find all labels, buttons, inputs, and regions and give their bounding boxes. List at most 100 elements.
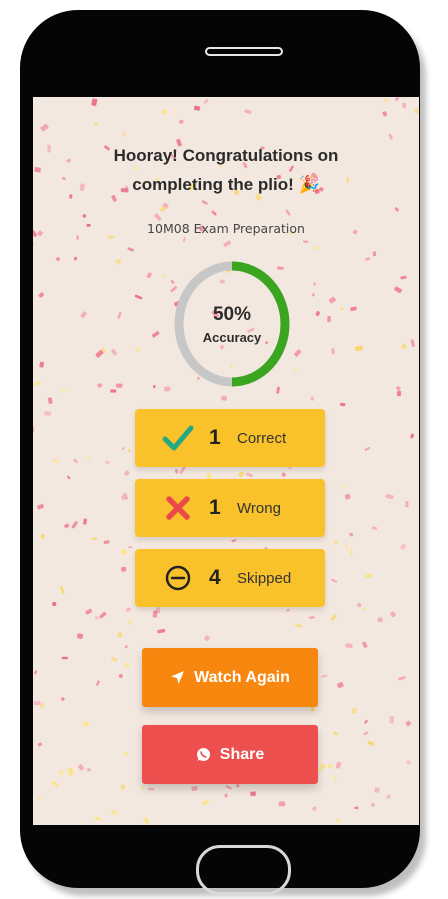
confetti-piece — [34, 670, 38, 675]
confetti-piece — [103, 540, 110, 544]
confetti-piece — [246, 472, 253, 478]
confetti-piece — [333, 731, 339, 736]
confetti-piece — [94, 122, 98, 126]
confetti-piece — [231, 539, 237, 543]
confetti-piece — [293, 368, 298, 372]
skipped-count: 4 — [209, 566, 221, 589]
confetti-piece — [164, 386, 171, 392]
confetti-piece — [313, 246, 319, 250]
confetti-piece — [128, 546, 132, 549]
confetti-piece — [68, 767, 74, 776]
confetti-piece — [396, 386, 401, 391]
confetti-piece — [327, 763, 333, 769]
confetti-piece — [390, 611, 396, 618]
confetti-piece — [401, 343, 407, 349]
title-line-1: Hooray! Congratulations on — [113, 146, 339, 165]
confetti-piece — [117, 311, 122, 319]
confetti-piece — [405, 501, 409, 508]
confetti-piece — [385, 493, 394, 500]
confetti-piece — [345, 544, 348, 550]
confetti-piece — [327, 316, 331, 323]
confetti-piece — [388, 133, 393, 140]
confetti-piece — [179, 119, 184, 124]
confetti-piece — [51, 459, 59, 463]
confetti-piece — [362, 641, 368, 648]
confetti-piece — [364, 719, 368, 724]
confetti-piece — [116, 383, 123, 388]
confetti-piece — [58, 770, 64, 776]
confetti-piece — [61, 656, 68, 660]
confetti-piece — [182, 237, 186, 243]
confetti-piece — [278, 801, 286, 807]
confetti-piece — [148, 787, 155, 791]
confetti-piece — [77, 633, 84, 639]
confetti-piece — [362, 607, 366, 610]
confetti-piece — [371, 526, 377, 530]
watch-again-button[interactable]: Watch Again — [142, 648, 318, 707]
confetti-piece — [402, 102, 407, 109]
confetti-piece — [331, 348, 335, 355]
confetti-piece — [94, 616, 100, 621]
completion-screen: Hooray! Congratulations on completing th… — [33, 97, 419, 825]
confetti-piece — [82, 720, 89, 727]
confetti-piece — [55, 256, 61, 262]
confetti-piece — [105, 460, 110, 465]
home-button[interactable] — [196, 845, 291, 895]
confetti-piece — [286, 608, 290, 612]
confetti-piece — [386, 794, 391, 800]
confetti-piece — [73, 458, 79, 464]
confetti-piece — [334, 775, 338, 782]
confetti-piece — [339, 307, 344, 311]
confetti-piece — [337, 682, 344, 689]
confetti-piece — [377, 617, 383, 623]
confetti-piece — [364, 446, 371, 452]
confetti-piece — [397, 676, 406, 681]
confetti-piece — [143, 817, 150, 825]
confetti-piece — [310, 396, 314, 401]
confetti-piece — [153, 384, 156, 389]
confetti-piece — [394, 97, 400, 102]
confetti-piece — [221, 395, 227, 401]
confetti-piece — [354, 806, 359, 810]
confetti-piece — [134, 294, 143, 300]
confetti-piece — [124, 662, 130, 668]
confetti-piece — [71, 520, 78, 529]
confetti-piece — [40, 533, 45, 540]
confetti-piece — [121, 446, 125, 450]
watch-again-label: Watch Again — [194, 668, 290, 686]
whatsapp-icon — [196, 747, 211, 762]
confetti-piece — [342, 485, 346, 490]
stat-wrong: 1 Wrong — [135, 479, 325, 537]
confetti-piece — [59, 585, 65, 594]
confetti-piece — [135, 346, 141, 352]
confetti-piece — [400, 543, 407, 550]
confetti-piece — [367, 740, 375, 746]
confetti-piece — [414, 108, 419, 114]
accuracy-value: 50% — [212, 303, 252, 325]
confetti-piece — [85, 608, 93, 615]
confetti-piece — [44, 410, 52, 416]
confetti-piece — [202, 798, 210, 806]
confetti-piece — [124, 645, 128, 649]
confetti-piece — [141, 785, 145, 791]
confetti-piece — [146, 272, 152, 279]
share-button[interactable]: Share — [142, 725, 318, 784]
stat-correct: 1 Correct — [135, 409, 325, 467]
confetti-piece — [110, 810, 118, 815]
confetti-piece — [293, 349, 302, 357]
confetti-piece — [78, 764, 84, 771]
confetti-piece — [38, 292, 45, 298]
confetti-piece — [120, 548, 127, 556]
confetti-piece — [33, 381, 41, 387]
confetti-piece — [61, 388, 66, 393]
correct-count: 1 — [209, 426, 221, 449]
confetti-piece — [157, 628, 166, 634]
confetti-piece — [235, 783, 240, 788]
share-label: Share — [219, 745, 265, 763]
confetti-piece — [99, 611, 107, 619]
confetti-piece — [313, 282, 317, 286]
confetti-piece — [211, 210, 217, 216]
confetti-piece — [238, 471, 245, 478]
confetti-piece — [223, 240, 232, 247]
confetti-piece — [285, 209, 291, 216]
